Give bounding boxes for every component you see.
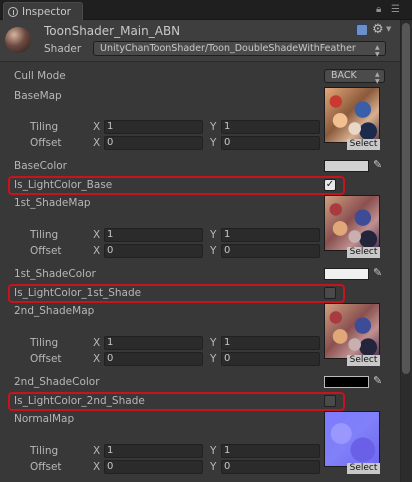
offset-x-label: X — [93, 353, 101, 365]
tiling-label: Tiling — [30, 121, 59, 133]
menu-icon[interactable]: ☰ — [391, 4, 405, 16]
texture-thumbnail[interactable] — [324, 411, 380, 467]
color-swatch[interactable] — [324, 268, 369, 280]
tiling-x-label: X — [93, 229, 101, 241]
offset-y-field[interactable]: 0 — [221, 352, 320, 366]
offset-y-label: Y — [210, 461, 217, 473]
offset-x-label: X — [93, 245, 101, 257]
offset-x-field[interactable]: 0 — [104, 244, 203, 258]
tiling-x-field[interactable]: 1 — [104, 120, 203, 134]
texture-label: BaseMap — [14, 90, 62, 102]
offset-label: Offset — [30, 245, 62, 257]
tiling-y-label: Y — [210, 229, 217, 241]
color-label: 2nd_ShadeColor — [14, 376, 100, 388]
material-preview-sphere — [5, 27, 31, 53]
offset-x-field[interactable]: 0 — [104, 352, 203, 366]
select-button[interactable]: Select — [347, 463, 380, 474]
toggle-label: Is_LightColor_2nd_Shade — [14, 395, 145, 407]
color-label: 1st_ShadeColor — [14, 268, 96, 280]
tiling-y-field[interactable]: 1 — [221, 120, 320, 134]
texture-label: 2nd_ShadeMap — [14, 305, 95, 317]
chevron-down-icon: ▲ ▼ — [375, 44, 380, 58]
inspector-tab[interactable]: Inspector — [3, 2, 83, 20]
offset-y-label: Y — [210, 137, 217, 149]
offset-y-field[interactable]: 0 — [221, 136, 320, 150]
book-icon[interactable] — [356, 24, 368, 36]
lock-icon[interactable]: 🔒︎ — [376, 5, 386, 15]
tiling-y-label: Y — [210, 337, 217, 349]
info-icon — [8, 6, 18, 17]
gear-icon[interactable]: ⚙ — [372, 22, 384, 37]
tiling-y-field[interactable]: 1 — [221, 336, 320, 350]
select-button[interactable]: Select — [347, 247, 380, 258]
texture-thumbnail[interactable] — [324, 303, 380, 359]
tiling-y-label: Y — [210, 445, 217, 457]
color-swatch[interactable] — [324, 376, 369, 388]
select-button[interactable]: Select — [347, 139, 380, 150]
cull-mode-label: Cull Mode — [14, 70, 66, 82]
tiling-y-label: Y — [210, 121, 217, 133]
texture-thumbnail[interactable] — [324, 87, 380, 143]
offset-label: Offset — [30, 137, 62, 149]
material-name: ToonShader_Main_ABN — [44, 24, 181, 38]
eyedropper-icon[interactable]: ✎ — [373, 158, 382, 171]
color-swatch[interactable] — [324, 160, 369, 172]
dropdown-arrow-icon[interactable]: ▼ — [386, 25, 391, 33]
texture-label: 1st_ShadeMap — [14, 197, 91, 209]
eyedropper-icon[interactable]: ✎ — [373, 374, 382, 387]
toggle-checkbox[interactable] — [324, 287, 336, 299]
offset-x-label: X — [93, 461, 101, 473]
offset-y-label: Y — [210, 353, 217, 365]
select-button[interactable]: Select — [347, 355, 380, 366]
toggle-checkbox[interactable] — [324, 395, 336, 407]
tiling-x-label: X — [93, 337, 101, 349]
offset-label: Offset — [30, 353, 62, 365]
tiling-x-label: X — [93, 121, 101, 133]
offset-y-label: Y — [210, 245, 217, 257]
shader-label: Shader — [44, 43, 82, 55]
chevron-down-icon: ▲ ▼ — [375, 71, 380, 85]
offset-x-field[interactable]: 0 — [104, 136, 203, 150]
toggle-label: Is_LightColor_1st_Shade — [14, 287, 142, 299]
color-label: BaseColor — [14, 160, 67, 172]
tiling-label: Tiling — [30, 229, 59, 241]
eyedropper-icon[interactable]: ✎ — [373, 266, 382, 279]
offset-y-field[interactable]: 0 — [221, 460, 320, 474]
tiling-x-field[interactable]: 1 — [104, 336, 203, 350]
toggle-label: Is_LightColor_Base — [14, 179, 113, 191]
inspector-tab-label: Inspector — [22, 5, 71, 18]
tiling-x-label: X — [93, 445, 101, 457]
tiling-y-field[interactable]: 1 — [221, 444, 320, 458]
toggle-checkbox[interactable]: ✓ — [324, 179, 336, 191]
texture-label: NormalMap — [14, 413, 75, 425]
scrollbar-thumb[interactable] — [402, 23, 410, 374]
tiling-x-field[interactable]: 1 — [104, 228, 203, 242]
tiling-x-field[interactable]: 1 — [104, 444, 203, 458]
tiling-label: Tiling — [30, 337, 59, 349]
tiling-y-field[interactable]: 1 — [221, 228, 320, 242]
offset-x-label: X — [93, 137, 101, 149]
offset-x-field[interactable]: 0 — [104, 460, 203, 474]
texture-thumbnail[interactable] — [324, 195, 380, 251]
tiling-label: Tiling — [30, 445, 59, 457]
offset-y-field[interactable]: 0 — [221, 244, 320, 258]
offset-label: Offset — [30, 461, 62, 473]
shader-dropdown[interactable]: UnityChanToonShader/Toon_DoubleShadeWith… — [93, 41, 386, 56]
